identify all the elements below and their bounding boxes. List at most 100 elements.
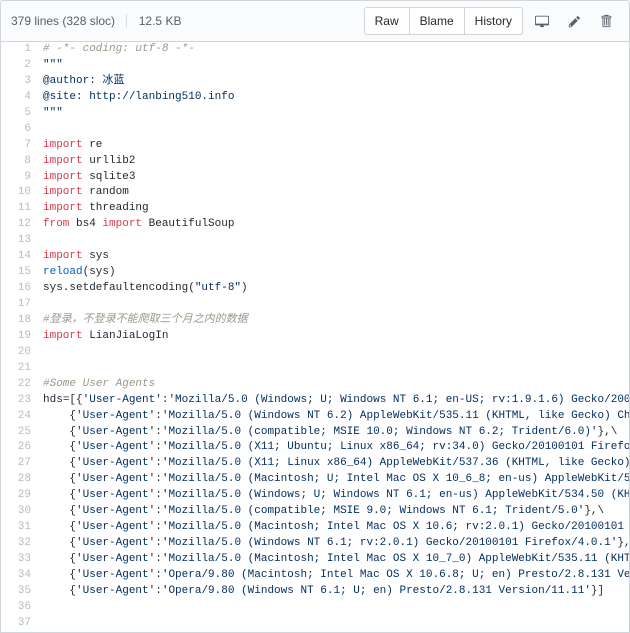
line-content: """ xyxy=(39,58,630,74)
line-number[interactable]: 3 xyxy=(1,74,39,90)
code-line: 2""" xyxy=(1,58,630,74)
code-line: 21 xyxy=(1,361,630,377)
line-content: {'User-Agent':'Mozilla/5.0 (X11; Ubuntu;… xyxy=(39,440,630,456)
line-number[interactable]: 5 xyxy=(1,106,39,122)
line-content: {'User-Agent':'Mozilla/5.0 (Macintosh; I… xyxy=(39,520,630,536)
line-number[interactable]: 1 xyxy=(1,42,39,58)
line-content: {'User-Agent':'Opera/9.80 (Windows NT 6.… xyxy=(39,584,630,600)
code-line: 31 {'User-Agent':'Mozilla/5.0 (Macintosh… xyxy=(1,520,630,536)
line-number[interactable]: 4 xyxy=(1,90,39,106)
line-number[interactable]: 16 xyxy=(1,281,39,297)
pencil-icon[interactable] xyxy=(561,8,587,34)
line-number[interactable]: 6 xyxy=(1,122,39,138)
line-content: {'User-Agent':'Mozilla/5.0 (compatible; … xyxy=(39,425,630,441)
code-line: 3@author: 冰蓝 xyxy=(1,74,630,90)
line-number[interactable]: 28 xyxy=(1,472,39,488)
line-count: 379 lines (328 sloc) xyxy=(11,14,115,28)
line-number[interactable]: 36 xyxy=(1,600,39,616)
code-line: 36 xyxy=(1,600,630,616)
file-size: 12.5 KB xyxy=(139,14,182,28)
line-content: {'User-Agent':'Mozilla/5.0 (X11; Linux x… xyxy=(39,456,630,472)
line-number[interactable]: 37 xyxy=(1,616,39,632)
line-number[interactable]: 15 xyxy=(1,265,39,281)
line-content: import LianJiaLogIn xyxy=(39,329,630,345)
line-number[interactable]: 32 xyxy=(1,536,39,552)
line-content: #Some User Agents xyxy=(39,377,630,393)
line-content: {'User-Agent':'Mozilla/5.0 (compatible; … xyxy=(39,504,630,520)
line-content: import re xyxy=(39,138,630,154)
code-line: 29 {'User-Agent':'Mozilla/5.0 (Windows; … xyxy=(1,488,630,504)
line-number[interactable]: 31 xyxy=(1,520,39,536)
code-line: 35 {'User-Agent':'Opera/9.80 (Windows NT… xyxy=(1,584,630,600)
code-line: 33 {'User-Agent':'Mozilla/5.0 (Macintosh… xyxy=(1,552,630,568)
line-number[interactable]: 8 xyxy=(1,154,39,170)
code-line: 20 xyxy=(1,345,630,361)
code-line: 32 {'User-Agent':'Mozilla/5.0 (Windows N… xyxy=(1,536,630,552)
line-content: import sys xyxy=(39,249,630,265)
line-content xyxy=(39,345,630,361)
line-number[interactable]: 17 xyxy=(1,297,39,313)
line-number[interactable]: 12 xyxy=(1,217,39,233)
line-content: import threading xyxy=(39,201,630,217)
blame-button[interactable]: Blame xyxy=(409,7,465,35)
line-number[interactable]: 10 xyxy=(1,185,39,201)
code-line: 4@site: http://lanbing510.info xyxy=(1,90,630,106)
line-number[interactable]: 33 xyxy=(1,552,39,568)
line-number[interactable]: 7 xyxy=(1,138,39,154)
line-number[interactable]: 26 xyxy=(1,440,39,456)
line-number[interactable]: 19 xyxy=(1,329,39,345)
desktop-icon[interactable] xyxy=(529,8,555,34)
line-number[interactable]: 13 xyxy=(1,233,39,249)
line-content: sys.setdefaultencoding("utf-8") xyxy=(39,281,630,297)
code-line: 17 xyxy=(1,297,630,313)
code-viewer: 1# -*- coding: utf-8 -*-2"""3@author: 冰蓝… xyxy=(0,42,630,633)
code-line: 15reload(sys) xyxy=(1,265,630,281)
line-content xyxy=(39,616,630,632)
line-content: {'User-Agent':'Mozilla/5.0 (Macintosh; U… xyxy=(39,472,630,488)
line-number[interactable]: 27 xyxy=(1,456,39,472)
line-number[interactable]: 11 xyxy=(1,201,39,217)
history-button[interactable]: History xyxy=(464,7,523,35)
file-info: 379 lines (328 sloc) 12.5 KB xyxy=(11,14,181,28)
code-line: 11import threading xyxy=(1,201,630,217)
line-number[interactable]: 2 xyxy=(1,58,39,74)
line-number[interactable]: 34 xyxy=(1,568,39,584)
line-number[interactable]: 18 xyxy=(1,313,39,329)
code-line: 14import sys xyxy=(1,249,630,265)
line-number[interactable]: 21 xyxy=(1,361,39,377)
line-number[interactable]: 9 xyxy=(1,170,39,186)
file-actions: Raw Blame History xyxy=(364,7,619,35)
code-line: 24 {'User-Agent':'Mozilla/5.0 (Windows N… xyxy=(1,409,630,425)
line-number[interactable]: 20 xyxy=(1,345,39,361)
line-number[interactable]: 35 xyxy=(1,584,39,600)
code-line: 28 {'User-Agent':'Mozilla/5.0 (Macintosh… xyxy=(1,472,630,488)
line-number[interactable]: 30 xyxy=(1,504,39,520)
line-content: from bs4 import BeautifulSoup xyxy=(39,217,630,233)
line-number[interactable]: 23 xyxy=(1,393,39,409)
line-number[interactable]: 14 xyxy=(1,249,39,265)
line-number[interactable]: 29 xyxy=(1,488,39,504)
code-line: 18#登录，不登录不能爬取三个月之内的数据 xyxy=(1,313,630,329)
line-content: #登录，不登录不能爬取三个月之内的数据 xyxy=(39,313,630,329)
line-content: {'User-Agent':'Mozilla/5.0 (Windows NT 6… xyxy=(39,409,630,425)
line-number[interactable]: 24 xyxy=(1,409,39,425)
code-line: 6 xyxy=(1,122,630,138)
code-table: 1# -*- coding: utf-8 -*-2"""3@author: 冰蓝… xyxy=(1,42,630,632)
divider xyxy=(126,14,127,28)
line-content: @author: 冰蓝 xyxy=(39,74,630,90)
code-line: 7import re xyxy=(1,138,630,154)
code-line: 5""" xyxy=(1,106,630,122)
line-number[interactable]: 22 xyxy=(1,377,39,393)
code-line: 8import urllib2 xyxy=(1,154,630,170)
line-number[interactable]: 25 xyxy=(1,425,39,441)
line-content: import sqlite3 xyxy=(39,170,630,186)
line-content: reload(sys) xyxy=(39,265,630,281)
raw-button[interactable]: Raw xyxy=(364,7,410,35)
trash-icon[interactable] xyxy=(593,8,619,34)
code-line: 34 {'User-Agent':'Opera/9.80 (Macintosh;… xyxy=(1,568,630,584)
code-line: 19import LianJiaLogIn xyxy=(1,329,630,345)
line-content: """ xyxy=(39,106,630,122)
line-content: # -*- coding: utf-8 -*- xyxy=(39,42,630,58)
code-line: 37 xyxy=(1,616,630,632)
line-content xyxy=(39,122,630,138)
